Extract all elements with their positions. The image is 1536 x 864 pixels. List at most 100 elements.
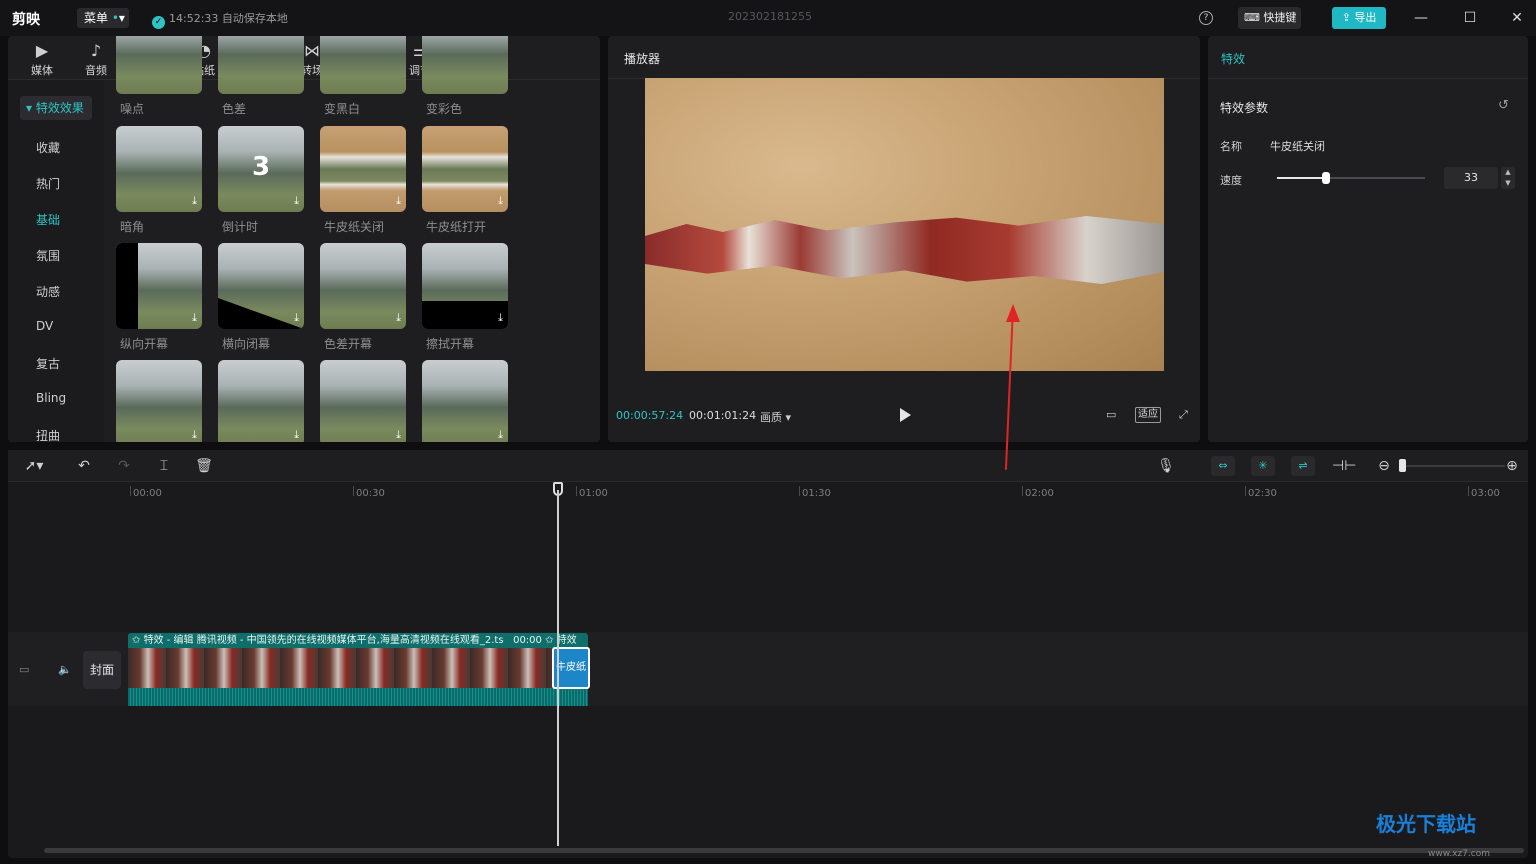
download-icon[interactable]: ⤓ xyxy=(498,428,503,442)
wipe-mask xyxy=(116,243,138,329)
effect-thumbnail[interactable] xyxy=(422,36,508,94)
save-text: 自动保存本地 xyxy=(221,12,288,25)
category-item[interactable]: 复古 xyxy=(8,355,104,372)
cover-button[interactable]: 封面 xyxy=(83,651,121,689)
zoom-slider[interactable] xyxy=(1403,465,1505,467)
waveform-icon[interactable]: ▭ xyxy=(1106,408,1116,422)
horizontal-scrollbar[interactable] xyxy=(44,848,1524,853)
category-item[interactable]: 热门 xyxy=(8,175,104,192)
countdown-number: 3 xyxy=(251,152,271,182)
download-icon[interactable]: ⤓ xyxy=(294,194,299,208)
quality-dropdown[interactable]: 画质 ▾ xyxy=(760,409,791,425)
tab-media[interactable]: ▶ 媒体 xyxy=(22,40,62,78)
playhead[interactable] xyxy=(557,490,559,846)
category-item[interactable]: DV xyxy=(8,319,104,333)
minimize-icon[interactable]: — xyxy=(1411,8,1431,28)
effect-thumbnail[interactable]: ⤓ xyxy=(116,126,202,212)
category-item[interactable]: 收藏 xyxy=(8,139,104,156)
category-header[interactable]: ▾ 特效效果 xyxy=(20,96,92,120)
track-audio-icon[interactable]: 🔈 xyxy=(58,663,72,676)
ruler-label: 01:30 xyxy=(802,488,831,499)
ruler-label: 00:00 xyxy=(133,488,162,499)
reset-icon[interactable]: ↺ xyxy=(1498,98,1509,113)
zoom-slider-knob[interactable] xyxy=(1399,459,1406,472)
effect-label: 色差开幕 xyxy=(324,337,373,351)
ruler-tick xyxy=(576,486,577,496)
split-screen-icon[interactable]: ⊣⊢ xyxy=(1332,456,1356,476)
redo-icon[interactable]: ↷ xyxy=(114,456,134,476)
download-icon[interactable]: ⤓ xyxy=(498,194,503,208)
effect-thumbnail[interactable]: ⤓ xyxy=(116,360,202,442)
ruler-label: 01:00 xyxy=(579,488,608,499)
category-item[interactable]: Bling xyxy=(8,391,104,405)
menu-button[interactable]: 菜单 •▾ xyxy=(77,8,129,28)
name-label: 名称 xyxy=(1220,140,1242,153)
speed-slider-fill xyxy=(1277,177,1326,179)
effect-thumbnail[interactable]: ⤓ xyxy=(218,243,304,329)
split-icon[interactable]: ⌶ xyxy=(154,456,174,476)
download-icon[interactable]: ⤓ xyxy=(396,311,401,325)
speed-stepper[interactable]: ▲ ▼ xyxy=(1501,167,1515,189)
export-button[interactable]: ⇪ 导出 xyxy=(1332,7,1386,29)
category-item[interactable]: 氛围 xyxy=(8,247,104,264)
effect-thumbnail[interactable]: ⤓ xyxy=(422,243,508,329)
video-preview[interactable] xyxy=(645,78,1164,371)
effect-thumbnail[interactable]: 3 ⤓ xyxy=(218,126,304,212)
download-icon[interactable]: ⤓ xyxy=(192,311,197,325)
speed-slider-knob[interactable] xyxy=(1321,172,1330,184)
effect-thumbnail[interactable] xyxy=(218,36,304,94)
effect-thumbnail[interactable]: ⤓ xyxy=(218,360,304,442)
effect-thumbnail[interactable]: ⤓ xyxy=(320,243,406,329)
effect-thumbnail[interactable] xyxy=(320,36,406,94)
save-time: 14:52:33 xyxy=(169,12,219,25)
speed-input[interactable]: 33 xyxy=(1444,167,1498,189)
preview-axis-icon[interactable]: ⇌ xyxy=(1291,456,1315,476)
wipe-mask xyxy=(218,298,304,329)
video-clip-header[interactable]: ✩ 特效 - 编辑 腾讯视频 - 中国领先的在线视频媒体平台,海量高清视频在线观… xyxy=(128,633,588,648)
microphone-icon[interactable]: 🎙 xyxy=(1156,456,1176,476)
timeline-panel: ➚▾ ↶ ↷ ⌶ 🗑 🎙 ⇔ ✳ ⇌ ⊣⊢ ⊖ ⊕ 00:00 00:30 01:0… xyxy=(8,450,1528,858)
app-logo: 剪映 xyxy=(12,12,40,28)
effect-thumbnail[interactable] xyxy=(116,36,202,94)
shortcut-button[interactable]: ⌨ 快捷键 xyxy=(1238,7,1301,29)
effect-thumbnail[interactable]: ⤓ xyxy=(320,360,406,442)
undo-icon[interactable]: ↶ xyxy=(74,456,94,476)
zoom-out-icon[interactable]: ⊖ xyxy=(1374,456,1394,476)
download-icon[interactable]: ⤓ xyxy=(396,194,401,208)
fullscreen-icon[interactable]: ⤢ xyxy=(1179,408,1188,422)
zoom-in-icon[interactable]: ⊕ xyxy=(1502,456,1522,476)
effect-thumbnail[interactable]: ⤓ xyxy=(116,243,202,329)
ruler-tick xyxy=(353,486,354,496)
speed-slider[interactable] xyxy=(1277,172,1425,184)
download-icon[interactable]: ⤓ xyxy=(294,428,299,442)
effect-thumbnail[interactable]: ⤓ xyxy=(422,126,508,212)
select-tool-icon[interactable]: ➚▾ xyxy=(16,456,52,476)
download-icon[interactable]: ⤓ xyxy=(192,194,197,208)
video-clip-thumbnails[interactable] xyxy=(128,648,556,688)
category-item[interactable]: 基础 xyxy=(8,211,104,228)
snap-toggle-icon[interactable]: ✳ xyxy=(1251,456,1275,476)
tab-label: 音频 xyxy=(85,64,107,77)
close-icon[interactable]: ✕ xyxy=(1507,8,1527,28)
category-item[interactable]: 动感 xyxy=(8,283,104,300)
category-item[interactable]: 扭曲 xyxy=(8,427,104,442)
maximize-icon[interactable]: ☐ xyxy=(1460,8,1480,28)
download-icon[interactable]: ⤓ xyxy=(192,428,197,442)
download-icon[interactable]: ⤓ xyxy=(294,311,299,325)
effect-thumbnail[interactable]: ⤓ xyxy=(422,360,508,442)
help-icon[interactable]: ? xyxy=(1199,11,1213,25)
name-value: 牛皮纸关闭 xyxy=(1270,140,1325,153)
fit-button[interactable]: 适应 xyxy=(1135,407,1161,423)
autosave-status: ✓ 14:52:33 自动保存本地 xyxy=(152,10,288,29)
link-toggle-icon[interactable]: ⇔ xyxy=(1211,456,1235,476)
play-icon[interactable] xyxy=(898,407,912,423)
effect-thumbnail[interactable]: ⤓ xyxy=(320,126,406,212)
divider xyxy=(1208,78,1528,79)
download-icon[interactable]: ⤓ xyxy=(498,311,503,325)
delete-icon[interactable]: 🗑 xyxy=(194,456,214,476)
ruler-tick xyxy=(130,486,131,496)
track-visibility-icon[interactable]: ▭ xyxy=(19,663,29,676)
tab-audio[interactable]: ♪ 音频 xyxy=(76,40,116,78)
effect-label: 牛皮纸打开 xyxy=(426,220,487,234)
download-icon[interactable]: ⤓ xyxy=(396,428,401,442)
